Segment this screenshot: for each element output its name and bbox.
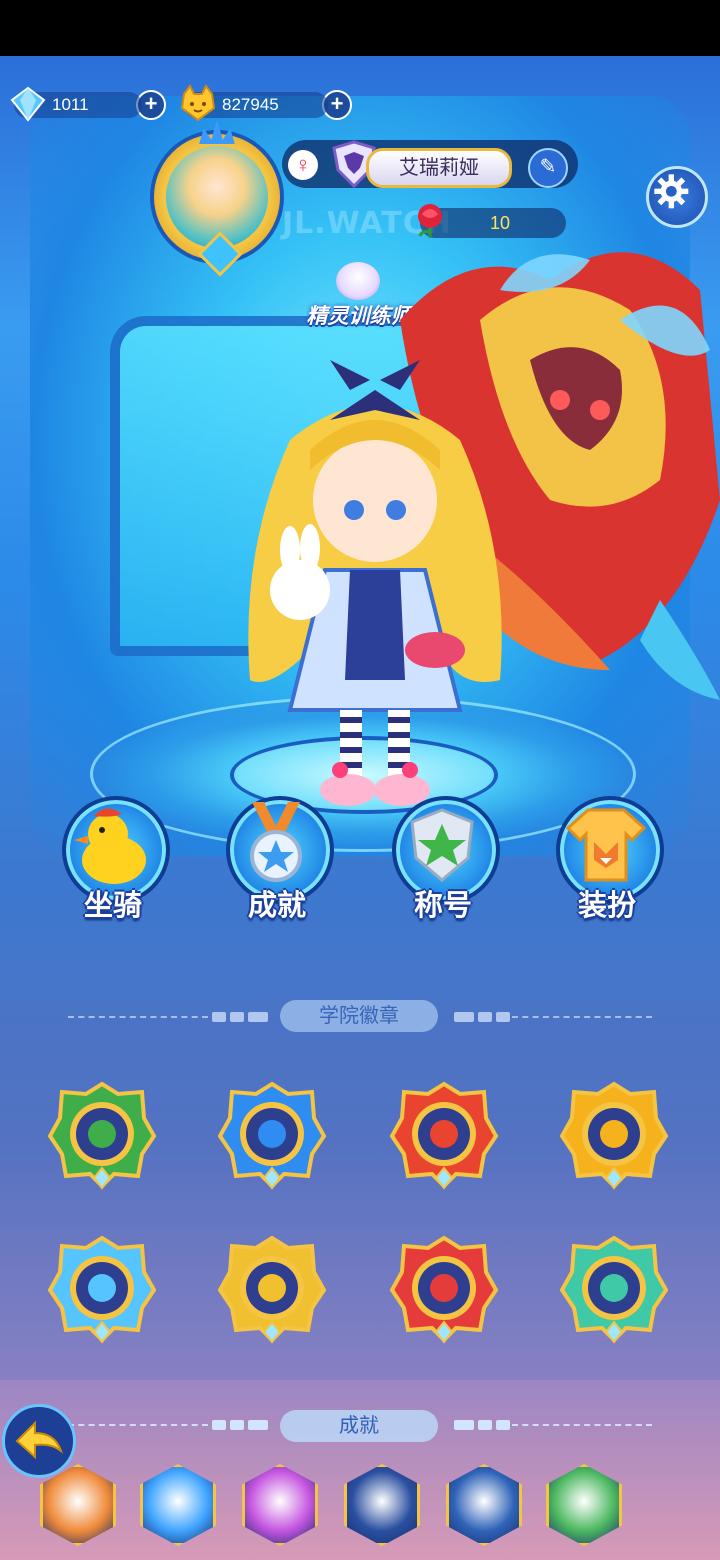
monkey-achievement-icon[interactable] <box>446 1464 522 1546</box>
player-name: 艾瑞莉娅 <box>366 148 512 188</box>
star-title-icon <box>410 808 474 882</box>
section-divider <box>512 1424 652 1430</box>
outfit-label: 装扮 <box>577 888 636 922</box>
dice-achievement-icon[interactable] <box>242 1464 318 1546</box>
star-achievement-icon[interactable] <box>140 1464 216 1546</box>
cat-coin-icon <box>180 84 216 122</box>
status-bar <box>0 0 720 56</box>
bear-achievement-icon[interactable] <box>344 1464 420 1546</box>
fox-achievement-icon[interactable] <box>40 1464 116 1546</box>
section-divider <box>212 1420 268 1430</box>
fox-shirt-icon <box>566 808 646 882</box>
ice-badge-icon[interactable] <box>46 1232 158 1344</box>
coin-currency: 827945 + <box>180 84 352 122</box>
mount-button[interactable]: 坐骑 <box>58 796 170 936</box>
female-gender-icon: ♀ <box>288 150 318 180</box>
light-badge-icon[interactable] <box>558 1078 670 1190</box>
back-arrow-icon <box>15 1421 63 1459</box>
mount-label: 坐骑 <box>83 888 142 922</box>
title-button[interactable]: 称号 <box>388 796 500 936</box>
water-badge-icon[interactable] <box>216 1078 328 1190</box>
section-divider <box>454 1420 510 1430</box>
title-label: 称号 <box>413 888 472 922</box>
diamond-icon <box>10 86 46 122</box>
diamond-currency: 1011 + <box>10 86 166 122</box>
achievement-button[interactable]: 成就 <box>222 796 334 936</box>
profile-actions: 坐骑 成就 称号 装扮 <box>0 796 720 936</box>
medal-icon <box>250 802 302 882</box>
achievements-header: 成就 <box>280 1410 438 1442</box>
player-character <box>248 360 502 806</box>
flame-badge-icon[interactable] <box>388 1232 500 1344</box>
cat-achievement-icon[interactable] <box>546 1464 622 1546</box>
electric-badge-icon[interactable] <box>216 1232 328 1344</box>
coin-amount: 827945 <box>222 95 279 114</box>
title-mascot-icon <box>336 262 380 300</box>
section-divider <box>68 1424 208 1430</box>
player-avatar[interactable] <box>150 120 284 277</box>
achievement-label: 成就 <box>247 888 306 922</box>
achievement-row <box>0 1464 720 1560</box>
duck-mount-icon <box>74 808 146 884</box>
edit-name-button[interactable]: ✎ <box>528 148 568 188</box>
leaf-badge-icon[interactable] <box>46 1078 158 1190</box>
wind-badge-icon[interactable] <box>558 1232 670 1344</box>
outfit-button[interactable]: 装扮 <box>552 796 664 936</box>
fire-badge-icon[interactable] <box>388 1078 500 1190</box>
diamond-amount: 1011 <box>52 95 89 114</box>
